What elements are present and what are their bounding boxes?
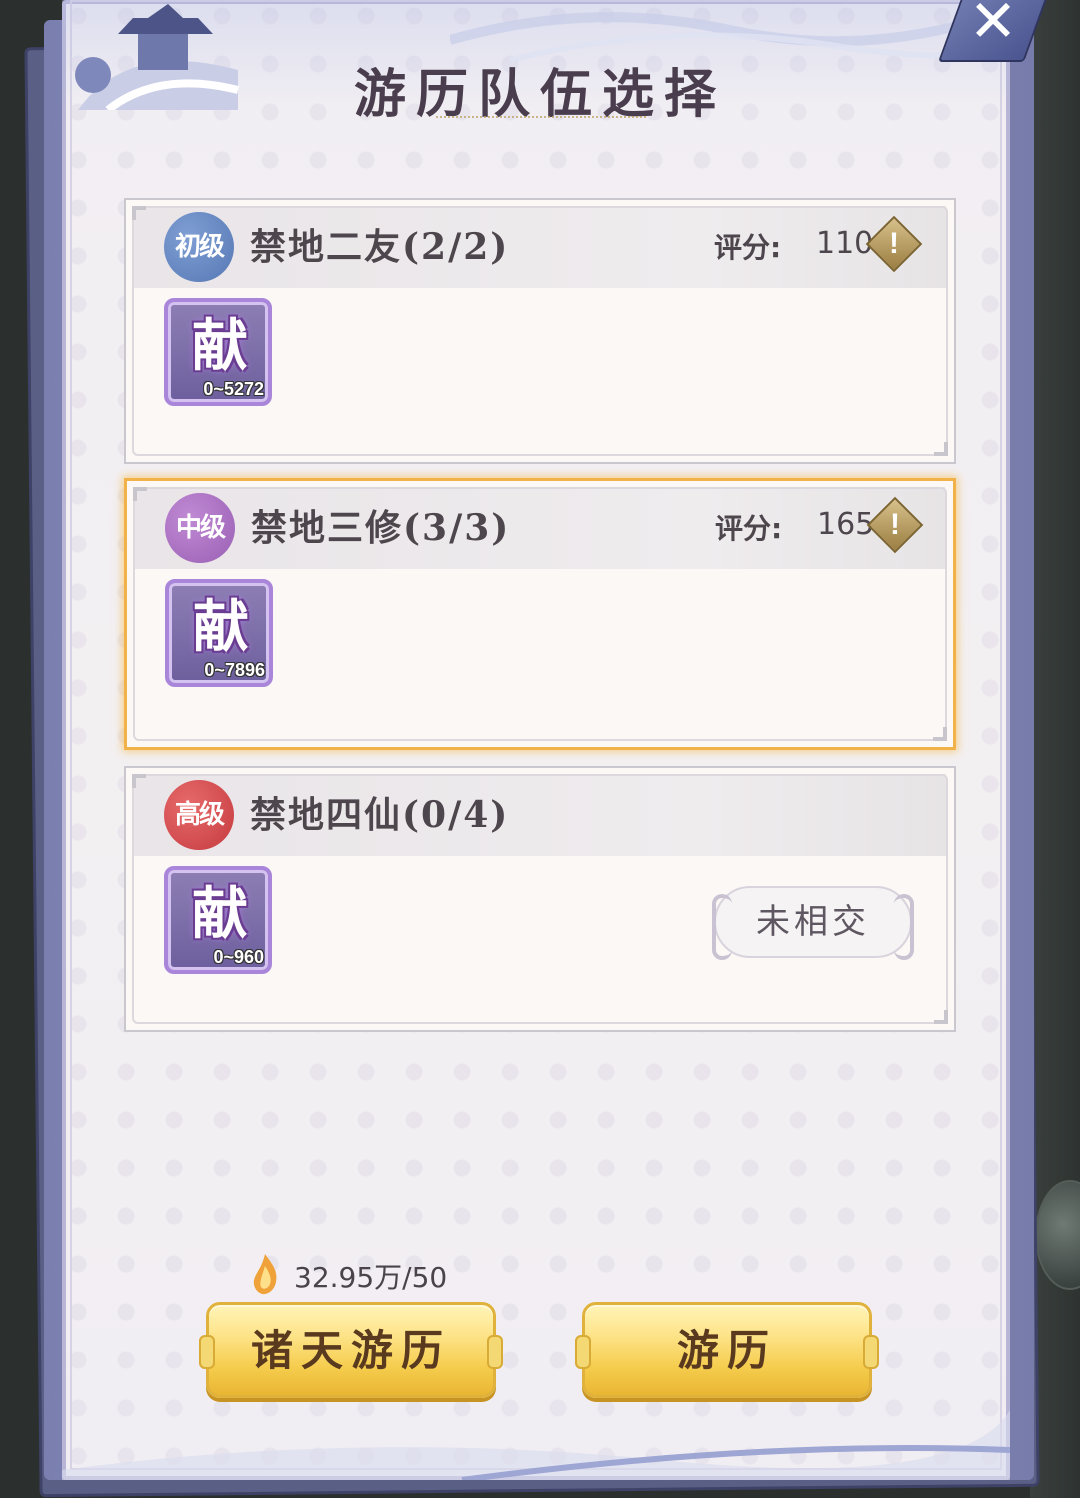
unmet-status-button[interactable]: 未相交 bbox=[712, 886, 914, 960]
tier-badge: 中级 bbox=[165, 493, 235, 563]
team-name: 禁地二友(2/2) bbox=[250, 226, 510, 268]
team-card-intermediate[interactable]: 中级 禁地三修(3/3) 评分: 165 ! 献 0~7896 bbox=[124, 478, 956, 750]
corner-ornament bbox=[934, 442, 948, 456]
travel-button[interactable]: 游历 bbox=[575, 1302, 879, 1398]
item-range: 0~5272 bbox=[203, 379, 264, 399]
exclamation-icon: ! bbox=[890, 508, 900, 541]
team-card-beginner[interactable]: 初级 禁地二友(2/2) 评分: 110 ! 献 0~5272 bbox=[124, 198, 956, 464]
cost-text: 32.95万/50 bbox=[294, 1261, 448, 1294]
score-label: 评分: bbox=[714, 231, 782, 264]
tier-badge: 高级 bbox=[164, 780, 234, 850]
corner-ornament bbox=[132, 206, 146, 220]
button-nub bbox=[199, 1335, 215, 1369]
reward-item-tile[interactable]: 献 0~5272 bbox=[164, 298, 272, 406]
all-heavens-travel-label: 诸天游历 bbox=[250, 1326, 451, 1375]
bottom-wave-decoration-icon bbox=[62, 1410, 1010, 1480]
corner-ornament bbox=[133, 487, 147, 501]
close-icon[interactable]: ✕ bbox=[968, 0, 1018, 52]
corner-ornament bbox=[933, 727, 947, 741]
item-range: 0~960 bbox=[213, 947, 264, 967]
button-nub bbox=[575, 1335, 591, 1369]
score-label: 评分: bbox=[715, 512, 783, 545]
corner-ornament bbox=[934, 1010, 948, 1024]
item-glyph: 献 bbox=[192, 881, 248, 947]
tier-badge: 初级 bbox=[164, 212, 234, 282]
team-name: 禁地三修(3/3) bbox=[251, 507, 511, 549]
reward-item-tile[interactable]: 献 0~7896 bbox=[165, 579, 273, 687]
item-glyph: 献 bbox=[193, 594, 249, 660]
button-nub bbox=[487, 1335, 503, 1369]
title-ornament bbox=[436, 116, 646, 126]
all-heavens-travel-button[interactable]: 诸天游历 bbox=[199, 1302, 503, 1398]
corner-ornament bbox=[132, 774, 146, 788]
button-nub bbox=[863, 1335, 879, 1369]
reward-item-tile[interactable]: 献 0~960 bbox=[164, 866, 272, 974]
exclamation-icon: ! bbox=[889, 227, 899, 260]
flame-icon bbox=[253, 1254, 277, 1295]
item-glyph: 献 bbox=[192, 313, 248, 379]
travel-label: 游历 bbox=[676, 1326, 777, 1375]
team-card-advanced[interactable]: 高级 禁地四仙(0/4) 献 0~960 未相交 bbox=[124, 766, 956, 1032]
item-range: 0~7896 bbox=[204, 660, 265, 680]
team-name: 禁地四仙(0/4) bbox=[250, 794, 510, 836]
